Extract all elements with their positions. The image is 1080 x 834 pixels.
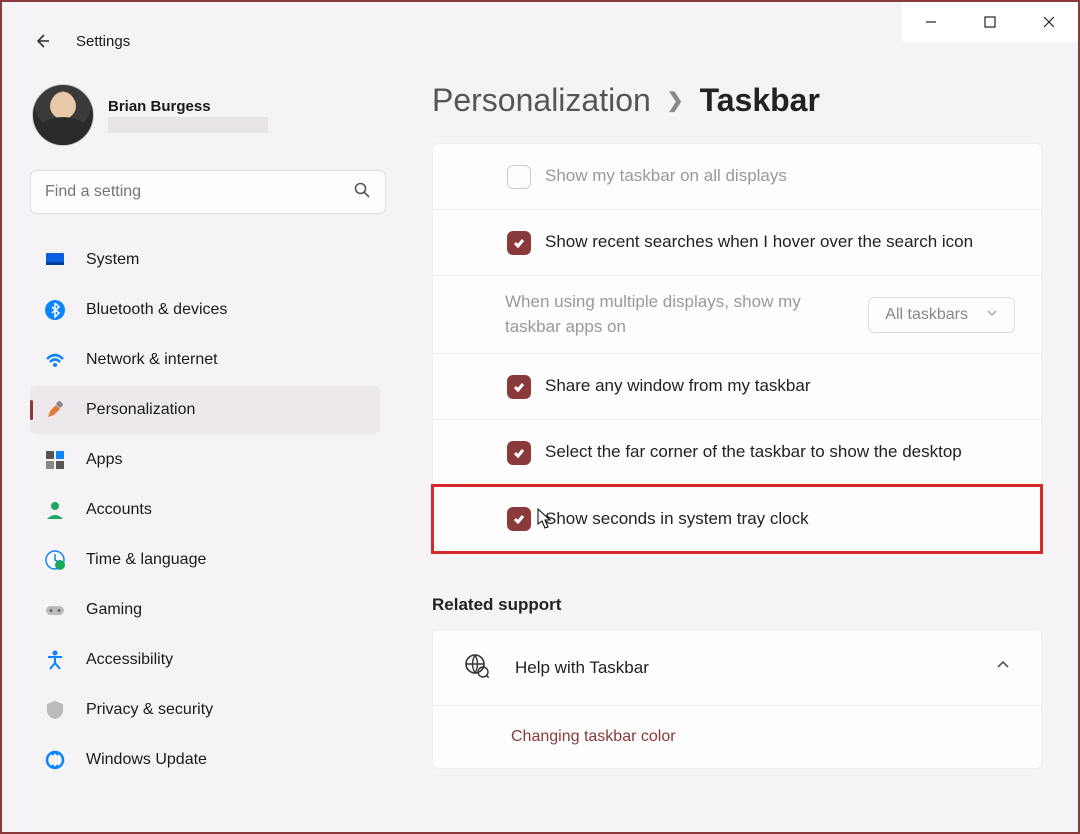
sidebar-item-label: Privacy & security [86, 701, 213, 719]
chevron-up-icon [995, 657, 1011, 678]
related-support-heading: Related support [432, 595, 1042, 615]
checkbox-show-seconds[interactable] [507, 507, 531, 531]
sidebar-item-accounts[interactable]: Accounts [30, 486, 380, 534]
setting-far-corner[interactable]: Select the far corner of the taskbar to … [433, 420, 1041, 486]
sidebar-item-label: Network & internet [86, 351, 218, 369]
sidebar-item-label: Gaming [86, 601, 142, 619]
sidebar-item-privacy[interactable]: Privacy & security [30, 686, 380, 734]
search-icon [353, 181, 371, 204]
profile-block[interactable]: Brian Burgess [30, 76, 380, 152]
accessibility-icon [44, 649, 66, 671]
chevron-down-icon [986, 306, 998, 324]
setting-show-seconds[interactable]: Show seconds in system tray clock [433, 486, 1041, 552]
help-title: Help with Taskbar [515, 658, 969, 678]
chevron-right-icon: ❯ [667, 88, 684, 113]
breadcrumb-current: Taskbar [700, 82, 820, 119]
sidebar-item-personalization[interactable]: Personalization [30, 386, 380, 434]
display-icon [44, 249, 66, 271]
profile-name: Brian Burgess [108, 98, 268, 115]
setting-label: Show seconds in system tray clock [505, 507, 809, 532]
wifi-icon [44, 349, 66, 371]
sidebar-item-label: Personalization [86, 401, 195, 419]
sidebar-item-update[interactable]: Windows Update [30, 736, 380, 784]
setting-label: When using multiple displays, show my ta… [505, 290, 850, 339]
checkbox-recent-searches[interactable] [507, 231, 531, 255]
sidebar-item-label: Time & language [86, 551, 206, 569]
sidebar-item-label: System [86, 251, 139, 269]
setting-label: Share any window from my taskbar [505, 374, 811, 399]
setting-multi-display: When using multiple displays, show my ta… [433, 276, 1041, 354]
close-button[interactable] [1019, 2, 1078, 42]
help-link-taskbar-color[interactable]: Changing taskbar color [433, 706, 1041, 768]
gamepad-icon [44, 599, 66, 621]
update-icon [44, 749, 66, 771]
checkbox-share-window[interactable] [507, 375, 531, 399]
sidebar-item-apps[interactable]: Apps [30, 436, 380, 484]
help-header[interactable]: Help with Taskbar [433, 630, 1041, 706]
app-title: Settings [76, 33, 130, 50]
setting-share-window[interactable]: Share any window from my taskbar [433, 354, 1041, 420]
sidebar-item-label: Accounts [86, 501, 152, 519]
search-input-wrap[interactable] [30, 170, 386, 214]
sidebar-item-label: Accessibility [86, 651, 173, 669]
breadcrumb-parent[interactable]: Personalization [432, 82, 651, 119]
globe-help-icon [463, 652, 489, 683]
checkbox-all-displays [507, 165, 531, 189]
avatar [32, 84, 94, 146]
sidebar-item-system[interactable]: System [30, 236, 380, 284]
sidebar-item-label: Bluetooth & devices [86, 301, 227, 319]
apps-icon [44, 449, 66, 471]
profile-email-redacted [108, 117, 268, 133]
setting-all-displays: Show my taskbar on all displays [433, 144, 1041, 210]
checkbox-far-corner[interactable] [507, 441, 531, 465]
person-icon [44, 499, 66, 521]
clock-globe-icon [44, 549, 66, 571]
sidebar-item-label: Apps [86, 451, 122, 469]
setting-label: Select the far corner of the taskbar to … [505, 440, 962, 465]
setting-label: Show recent searches when I hover over t… [505, 230, 973, 255]
shield-icon [44, 699, 66, 721]
paintbrush-icon [44, 399, 66, 421]
sidebar-item-gaming[interactable]: Gaming [30, 586, 380, 634]
back-button[interactable] [32, 31, 52, 51]
breadcrumb: Personalization ❯ Taskbar [432, 82, 1042, 119]
minimize-button[interactable] [902, 2, 961, 42]
sidebar-item-label: Windows Update [86, 751, 207, 769]
search-input[interactable] [45, 183, 353, 201]
maximize-button[interactable] [961, 2, 1020, 42]
setting-recent-searches[interactable]: Show recent searches when I hover over t… [433, 210, 1041, 276]
sidebar-item-bluetooth[interactable]: Bluetooth & devices [30, 286, 380, 334]
setting-label: Show my taskbar on all displays [505, 164, 787, 189]
sidebar-item-accessibility[interactable]: Accessibility [30, 636, 380, 684]
taskbar-settings-panel: Show my taskbar on all displays Show rec… [432, 143, 1042, 553]
dropdown-taskbar-apps: All taskbars [868, 297, 1015, 333]
sidebar-item-time[interactable]: Time & language [30, 536, 380, 584]
dropdown-value: All taskbars [885, 306, 968, 324]
bluetooth-icon [44, 299, 66, 321]
help-panel: Help with Taskbar Changing taskbar color [432, 629, 1042, 769]
sidebar-item-network[interactable]: Network & internet [30, 336, 380, 384]
